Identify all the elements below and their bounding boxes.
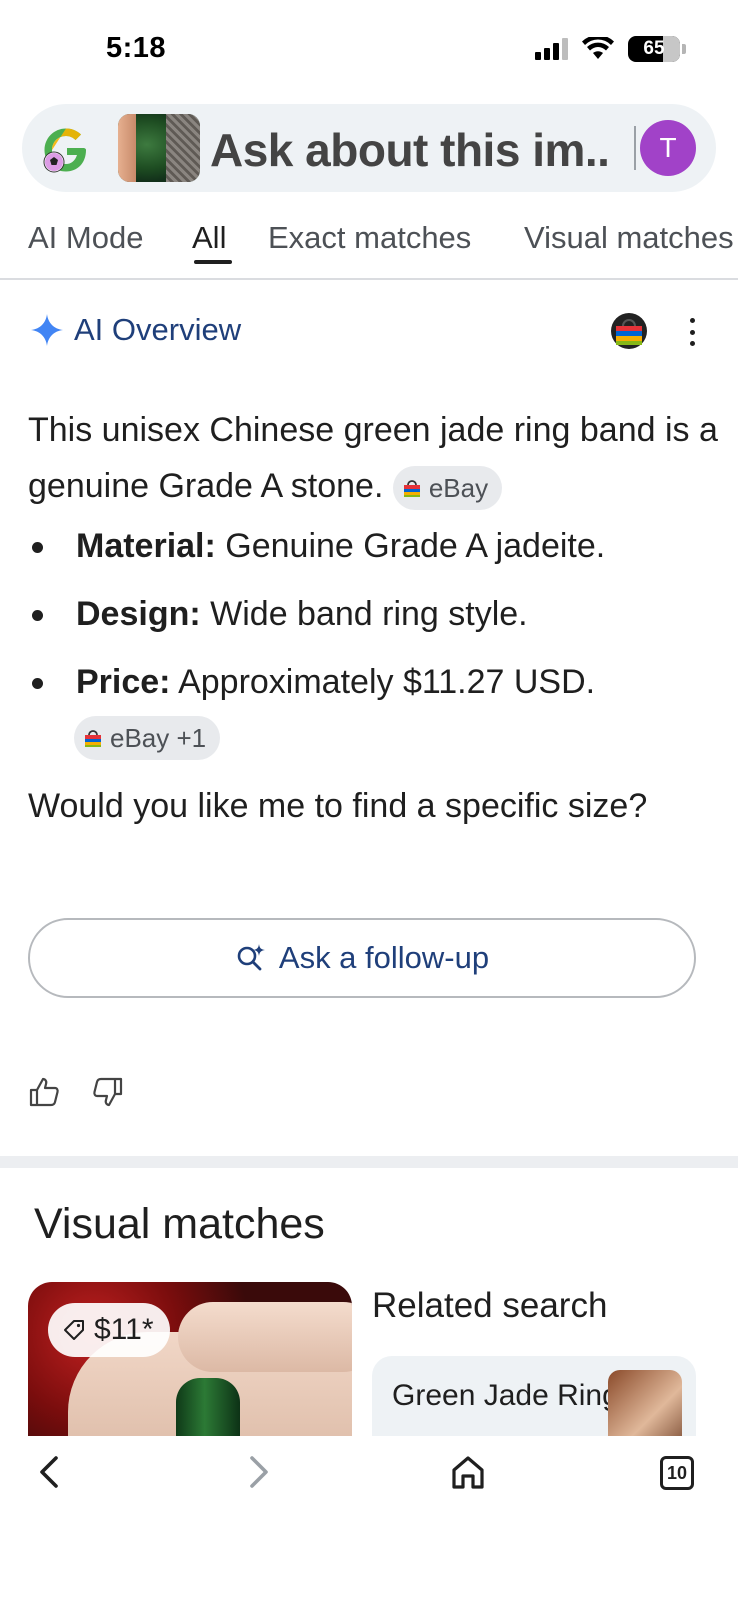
tabs-switcher-button[interactable]: 10 [660, 1456, 694, 1490]
tab-ai-mode[interactable]: AI Mode [28, 220, 143, 256]
source-chip-label: eBay [428, 473, 489, 504]
tab-exact-matches[interactable]: Exact matches [268, 220, 471, 256]
price-tag: $11* [48, 1303, 170, 1357]
search-input[interactable]: Ask about this im.. [210, 123, 610, 177]
status-icons: 65 [535, 36, 686, 62]
source-chip-ebay-plus[interactable]: eBay +1 [74, 716, 221, 760]
search-tabs: AI Mode All Exact matches Visual matches [0, 212, 738, 280]
ask-followup-label: Ask a follow-up [278, 940, 490, 975]
home-icon[interactable] [448, 1452, 488, 1492]
ai-overview-header: AI Overview [30, 312, 241, 348]
section-divider [0, 1156, 738, 1168]
list-item: Design: Wide band ring style. [28, 590, 528, 638]
ask-followup-button[interactable]: Ask a follow-up [28, 918, 696, 998]
forward-icon[interactable] [238, 1452, 278, 1492]
query-image-thumbnail[interactable] [118, 114, 200, 182]
account-avatar[interactable]: T [640, 120, 696, 176]
google-logo-icon[interactable] [40, 124, 92, 176]
ai-overview-intro: This unisex Chinese green jade ring band… [28, 402, 718, 514]
source-chip-ebay[interactable]: eBay [392, 466, 503, 511]
source-chip-label: eBay +1 [110, 723, 207, 753]
intro-text: This unisex Chinese green jade ring band… [28, 411, 718, 505]
overview-question: Would you like me to find a specific siz… [28, 787, 648, 825]
price-tag-label: $11* [94, 1313, 154, 1346]
ai-overview-title: AI Overview [74, 312, 242, 347]
bottom-navigation: 10 [0, 1436, 738, 1600]
related-search-heading: Related search [372, 1286, 608, 1325]
search-bar[interactable]: Ask about this im.. T [22, 104, 716, 192]
list-item: Material: Genuine Grade A jadeite. [28, 522, 605, 570]
gemini-sparkle-icon [31, 314, 63, 346]
tag-icon [64, 1320, 84, 1340]
battery-icon: 65 [628, 36, 686, 62]
tab-visual-matches[interactable]: Visual matches [524, 220, 734, 256]
ebay-source-icon[interactable] [610, 312, 648, 350]
thumbs-up-icon[interactable] [28, 1076, 60, 1108]
thumbs-down-icon[interactable] [92, 1076, 124, 1108]
more-options-icon[interactable] [682, 318, 702, 346]
search-sparkle-icon [237, 944, 265, 971]
wifi-icon [582, 37, 614, 59]
battery-percent: 65 [643, 38, 665, 59]
status-time: 5:18 [106, 32, 167, 64]
back-icon[interactable] [30, 1452, 70, 1492]
list-item: Price: Approximately $11.27 USD. [28, 658, 595, 706]
related-search-label: Green Jade Ring [392, 1379, 619, 1412]
ebay-bag-icon [85, 730, 101, 747]
tab-all[interactable]: All [192, 220, 226, 256]
active-tab-indicator [194, 260, 232, 264]
cellular-signal-icon [535, 38, 568, 60]
ebay-bag-icon [403, 480, 420, 498]
text-cursor [634, 126, 636, 170]
visual-matches-heading: Visual matches [34, 1200, 325, 1248]
